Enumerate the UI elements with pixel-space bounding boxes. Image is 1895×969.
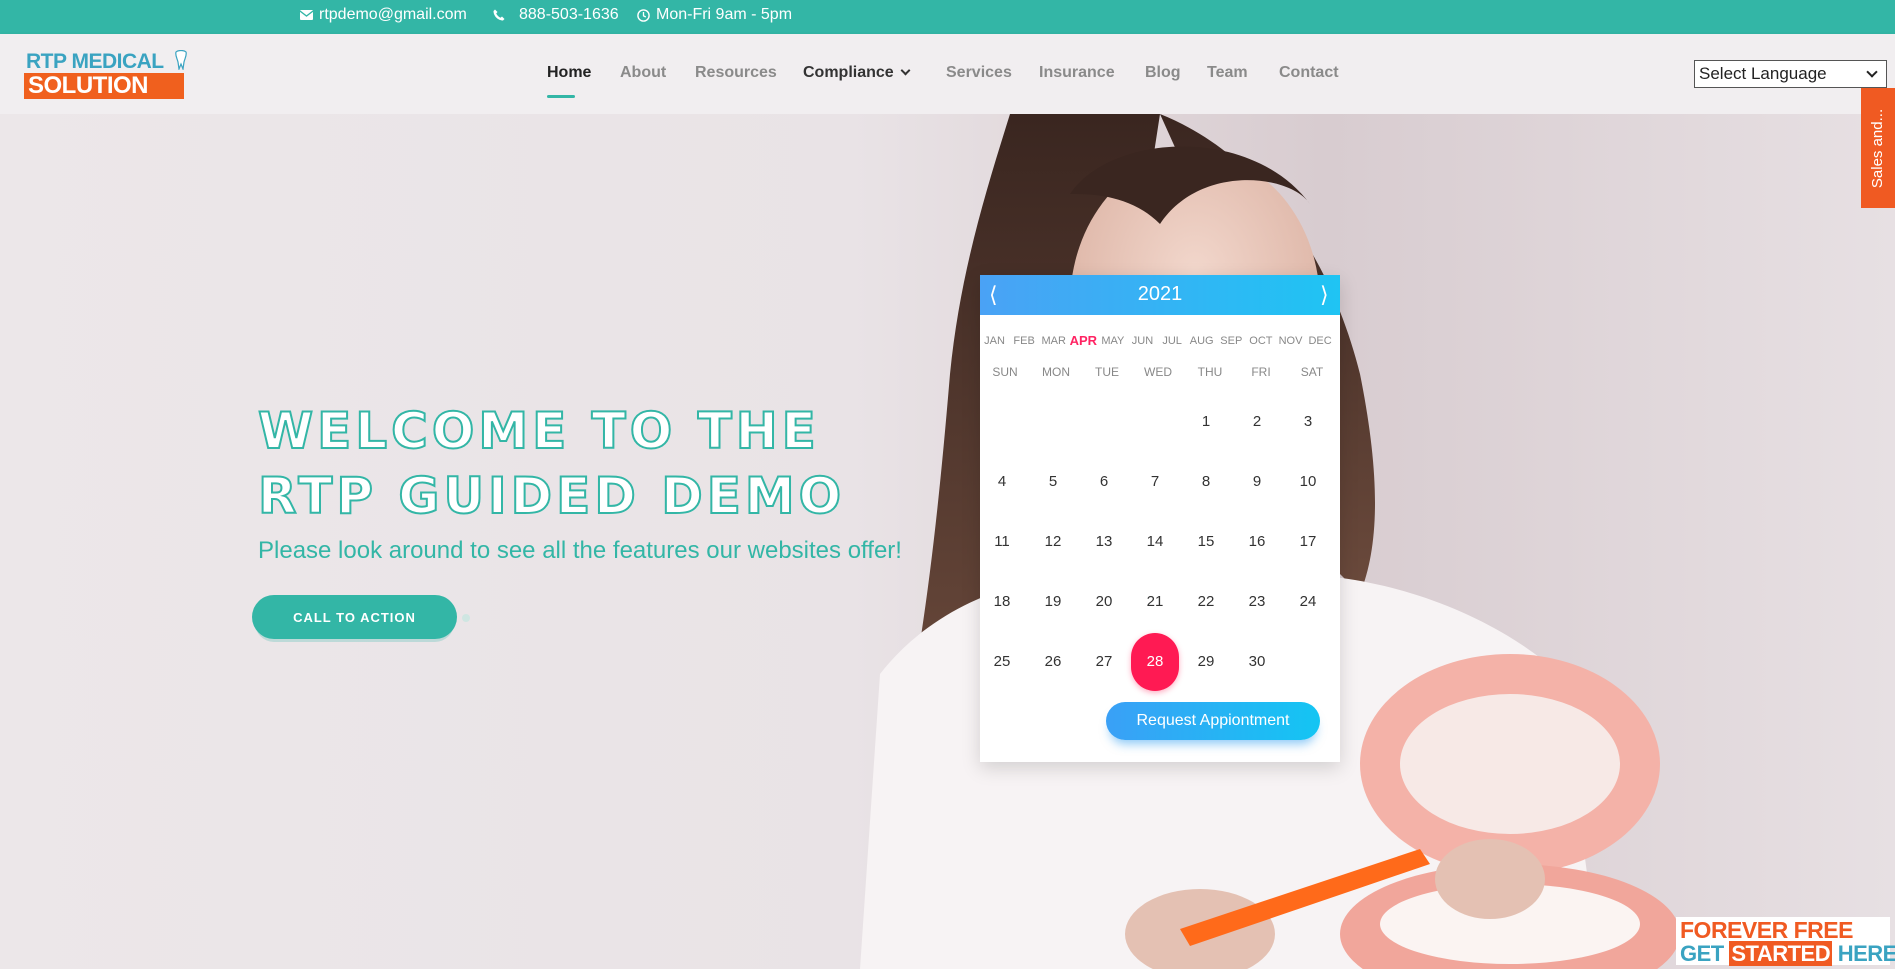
- nav-about[interactable]: About: [620, 64, 666, 82]
- nav-team[interactable]: Team: [1207, 64, 1248, 82]
- nav-insurance[interactable]: Insurance: [1039, 64, 1115, 82]
- calendar-day[interactable]: 17: [1288, 533, 1328, 550]
- chevron-down-icon: [1866, 66, 1878, 78]
- hero-subtitle: Please look around to see all the featur…: [258, 537, 902, 564]
- calendar-header: ⟨ 2021 ⟩: [980, 275, 1340, 315]
- top-contact-bar: rtpdemo@gmail.com 888-503-1636 Mon-Fri 9…: [0, 0, 1895, 34]
- month-aug[interactable]: AUG: [1187, 335, 1216, 347]
- calendar-day[interactable]: 13: [1084, 533, 1124, 550]
- badge-line2-a: GET: [1680, 941, 1730, 966]
- calendar-day[interactable]: 15: [1186, 533, 1226, 550]
- phone-contact[interactable]: 888-503-1636: [493, 6, 619, 24]
- month-apr[interactable]: APR: [1069, 333, 1098, 348]
- month-dec[interactable]: DEC: [1306, 335, 1335, 347]
- calendar-day[interactable]: 5: [1033, 473, 1073, 490]
- month-mar[interactable]: MAR: [1039, 335, 1068, 347]
- call-to-action-button[interactable]: CALL TO ACTION: [252, 595, 457, 639]
- month-jun[interactable]: JUN: [1128, 335, 1157, 347]
- cta-decoration: [462, 614, 470, 622]
- chevron-down-icon: [900, 65, 911, 76]
- nav-resources[interactable]: Resources: [695, 64, 777, 82]
- next-year-button[interactable]: ⟩: [1320, 282, 1329, 308]
- calendar-day[interactable]: 12: [1033, 533, 1073, 550]
- language-select[interactable]: Select Language: [1694, 60, 1887, 88]
- weekday-fri: FRI: [1251, 365, 1271, 379]
- month-nov[interactable]: NOV: [1276, 335, 1305, 347]
- calendar-day[interactable]: 21: [1135, 593, 1175, 610]
- hours-text: Mon-Fri 9am - 5pm: [656, 6, 793, 23]
- calendar-day[interactable]: 22: [1186, 593, 1226, 610]
- badge-line2: GET STARTED HERE: [1680, 941, 1895, 967]
- sales-side-tab[interactable]: Sales and...: [1861, 88, 1895, 208]
- email-text[interactable]: rtpdemo@gmail.com: [319, 6, 467, 24]
- calendar-day[interactable]: 25: [982, 653, 1022, 670]
- nav-contact[interactable]: Contact: [1279, 64, 1339, 82]
- calendar-day[interactable]: 1: [1186, 413, 1226, 430]
- forever-free-badge[interactable]: FOREVER FREE GET STARTED HERE: [1676, 917, 1895, 966]
- sales-tab-label: Sales and...: [1869, 108, 1887, 188]
- calendar-day[interactable]: 2: [1237, 413, 1277, 430]
- logo-line2: SOLUTION: [24, 73, 184, 99]
- nav-blog[interactable]: Blog: [1145, 64, 1181, 82]
- weekday-sun: SUN: [992, 365, 1018, 379]
- badge-line2-c: HERE: [1832, 941, 1895, 966]
- logo-line1: RTP MEDICAL: [26, 50, 164, 73]
- calendar-day[interactable]: 8: [1186, 473, 1226, 490]
- weekday-sat: SAT: [1300, 365, 1324, 379]
- phone-icon: [493, 9, 505, 21]
- hero-title-line2: RTP GUIDED DEMO: [257, 466, 846, 526]
- weekday-mon: MON: [1042, 365, 1070, 379]
- calendar-day[interactable]: 29: [1186, 653, 1226, 670]
- language-select-value: Select Language: [1699, 64, 1827, 83]
- calendar-day[interactable]: 20: [1084, 593, 1124, 610]
- calendar-day[interactable]: 14: [1135, 533, 1175, 550]
- clock-icon: [637, 8, 650, 22]
- calendar-day[interactable]: 28: [1135, 653, 1175, 670]
- request-appointment-button[interactable]: Request Appiontment: [1106, 702, 1320, 740]
- email-contact[interactable]: rtpdemo@gmail.com: [300, 6, 467, 24]
- calendar-day[interactable]: 24: [1288, 593, 1328, 610]
- month-sep[interactable]: SEP: [1217, 335, 1246, 347]
- weekday-thu: THU: [1197, 365, 1223, 379]
- calendar-day[interactable]: 7: [1135, 473, 1175, 490]
- nav-home[interactable]: Home: [547, 64, 591, 98]
- nav-compliance[interactable]: Compliance: [803, 64, 911, 82]
- envelope-icon: [300, 10, 313, 20]
- hours-info: Mon-Fri 9am - 5pm: [637, 6, 792, 24]
- hero-title-line1: WELCOME TO THE: [257, 401, 820, 461]
- calendar-day[interactable]: 10: [1288, 473, 1328, 490]
- calendar-day[interactable]: 27: [1084, 653, 1124, 670]
- hero-section: WELCOME TO THE RTP GUIDED DEMO Please lo…: [0, 114, 1895, 969]
- calendar-day[interactable]: 4: [982, 473, 1022, 490]
- calendar-day[interactable]: 6: [1084, 473, 1124, 490]
- badge-line1: FOREVER FREE: [1680, 917, 1853, 943]
- weekday-wed: WED: [1144, 365, 1172, 379]
- calendar-day[interactable]: 19: [1033, 593, 1073, 610]
- calendar-day[interactable]: 26: [1033, 653, 1073, 670]
- month-jul[interactable]: JUL: [1158, 335, 1187, 347]
- calendar-day[interactable]: 11: [982, 533, 1022, 550]
- site-logo[interactable]: RTP MEDICAL SOLUTION: [24, 50, 187, 100]
- nav-services[interactable]: Services: [946, 64, 1012, 82]
- month-jan[interactable]: JAN: [980, 335, 1009, 347]
- calendar-day[interactable]: 9: [1237, 473, 1277, 490]
- calendar-day[interactable]: 30: [1237, 653, 1277, 670]
- appointment-calendar: ⟨ 2021 ⟩ JAN FEB MAR APR MAY JUN JUL AUG SEP OCT N…: [980, 275, 1340, 762]
- phone-text[interactable]: 888-503-1636: [519, 6, 619, 24]
- calendar-day[interactable]: 23: [1237, 593, 1277, 610]
- nav-compliance-label: Compliance: [803, 64, 894, 81]
- badge-line2-b: STARTED: [1729, 941, 1833, 966]
- weekday-tue: TUE: [1095, 365, 1119, 379]
- calendar-day[interactable]: 18: [982, 593, 1022, 610]
- tooth-icon: [175, 50, 187, 70]
- month-feb[interactable]: FEB: [1010, 335, 1039, 347]
- calendar-day[interactable]: 3: [1288, 413, 1328, 430]
- calendar-day[interactable]: 16: [1237, 533, 1277, 550]
- calendar-year: 2021: [1137, 283, 1183, 305]
- site-header: RTP MEDICAL SOLUTION Home About Resource…: [0, 34, 1895, 114]
- month-may[interactable]: MAY: [1098, 335, 1127, 347]
- month-oct[interactable]: OCT: [1246, 335, 1275, 347]
